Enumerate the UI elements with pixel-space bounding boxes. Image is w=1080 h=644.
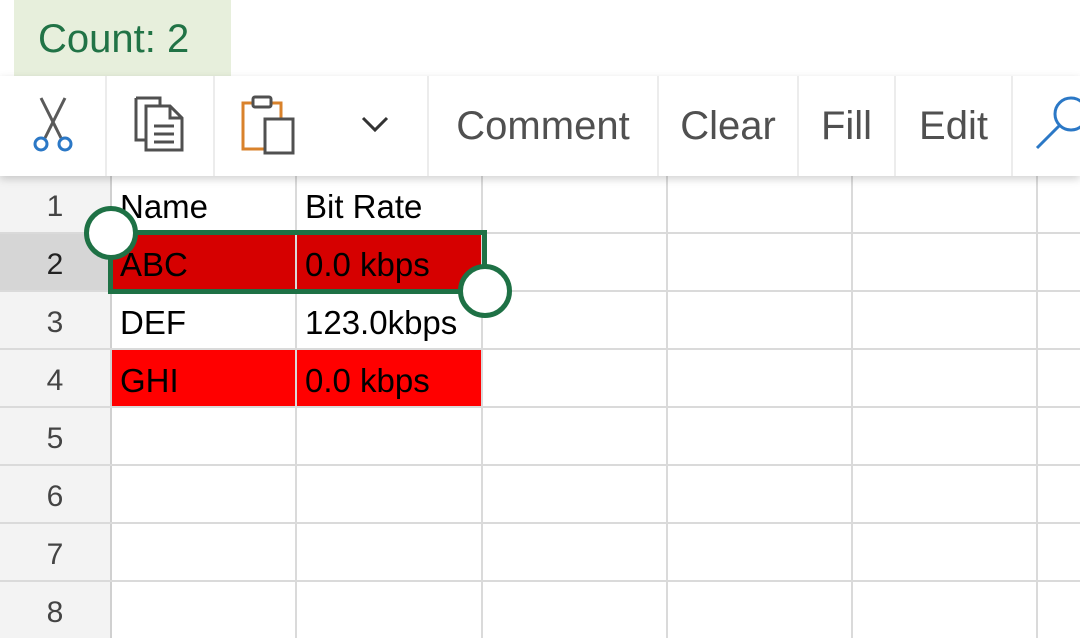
cell-c7[interactable] [483,524,668,580]
cell-f2[interactable] [1038,234,1080,290]
fill-button[interactable]: Fill [799,76,896,176]
row-header[interactable]: 7 [0,524,112,580]
context-toolbar: Comment Clear Fill Edit [0,76,1080,176]
edit-button[interactable]: Edit [896,76,1013,176]
cell-a8[interactable] [112,582,297,638]
cell-b3[interactable]: 123.0kbps [297,292,483,348]
cell-f5[interactable] [1038,408,1080,464]
row-header[interactable]: 8 [0,582,112,638]
cell-a1[interactable]: Name [112,176,297,232]
scissors-icon [31,94,75,159]
cell-e2[interactable] [853,234,1038,290]
cell-e1[interactable] [853,176,1038,232]
cell-a6[interactable] [112,466,297,522]
grid-row-1: 1 Name Bit Rate [0,176,1080,234]
cell-b4[interactable]: 0.0 kbps [297,350,483,406]
cell-e6[interactable] [853,466,1038,522]
cell-a7[interactable] [112,524,297,580]
cell-b2[interactable]: 0.0 kbps [297,234,483,290]
grid-row-5: 5 [0,408,1080,466]
cell-b5[interactable] [297,408,483,464]
chevron-down-icon [359,114,391,139]
copy-button[interactable] [107,76,215,176]
selection-start-handle[interactable] [84,206,138,260]
grid-row-4: 4 GHI 0.0 kbps [0,350,1080,408]
cell-b7[interactable] [297,524,483,580]
cell-b1[interactable]: Bit Rate [297,176,483,232]
cell-d7[interactable] [668,524,853,580]
cell-d4[interactable] [668,350,853,406]
more-options-button[interactable] [322,76,429,176]
row-header[interactable]: 5 [0,408,112,464]
search-icon [1033,94,1080,159]
cell-c4[interactable] [483,350,668,406]
row-header[interactable]: 6 [0,466,112,522]
cell-c2[interactable] [483,234,668,290]
paste-button[interactable] [215,76,322,176]
clear-button-label: Clear [680,103,776,148]
grid-row-6: 6 [0,466,1080,524]
cell-d5[interactable] [668,408,853,464]
comment-button-label: Comment [456,103,630,148]
row-header[interactable]: 4 [0,350,112,406]
grid-row-7: 7 [0,524,1080,582]
cell-e3[interactable] [853,292,1038,348]
cell-f6[interactable] [1038,466,1080,522]
cell-d2[interactable] [668,234,853,290]
cell-f8[interactable] [1038,582,1080,638]
find-button[interactable] [1013,76,1080,176]
cell-e8[interactable] [853,582,1038,638]
copy-icon [130,94,190,159]
cell-e5[interactable] [853,408,1038,464]
grid-row-2: 2 ABC 0.0 kbps [0,234,1080,292]
cell-c3[interactable] [483,292,668,348]
cell-a3[interactable]: DEF [112,292,297,348]
cell-d1[interactable] [668,176,853,232]
cell-c5[interactable] [483,408,668,464]
spreadsheet-grid: 1 Name Bit Rate 2 ABC 0.0 kbps 3 DEF 123… [0,176,1080,638]
cell-a4[interactable]: GHI [112,350,297,406]
cell-f4[interactable] [1038,350,1080,406]
cell-e4[interactable] [853,350,1038,406]
cell-d8[interactable] [668,582,853,638]
cell-c8[interactable] [483,582,668,638]
selection-end-handle[interactable] [458,264,512,318]
cell-c6[interactable] [483,466,668,522]
cell-d6[interactable] [668,466,853,522]
cell-a5[interactable] [112,408,297,464]
cell-e7[interactable] [853,524,1038,580]
cell-f3[interactable] [1038,292,1080,348]
cell-b8[interactable] [297,582,483,638]
comment-button[interactable]: Comment [429,76,659,176]
fill-button-label: Fill [820,103,873,148]
cell-c1[interactable] [483,176,668,232]
grid-row-8: 8 [0,582,1080,640]
cell-a2[interactable]: ABC [112,234,297,290]
cut-button[interactable] [0,76,107,176]
cell-d3[interactable] [668,292,853,348]
grid-row-3: 3 DEF 123.0kbps [0,292,1080,350]
selection-count-badge: Count: 2 [14,0,231,78]
edit-button-label: Edit [919,103,988,148]
clipboard-paste-icon [239,93,299,160]
cell-b6[interactable] [297,466,483,522]
row-header[interactable]: 3 [0,292,112,348]
clear-button[interactable]: Clear [659,76,799,176]
cell-f1[interactable] [1038,176,1080,232]
cell-f7[interactable] [1038,524,1080,580]
